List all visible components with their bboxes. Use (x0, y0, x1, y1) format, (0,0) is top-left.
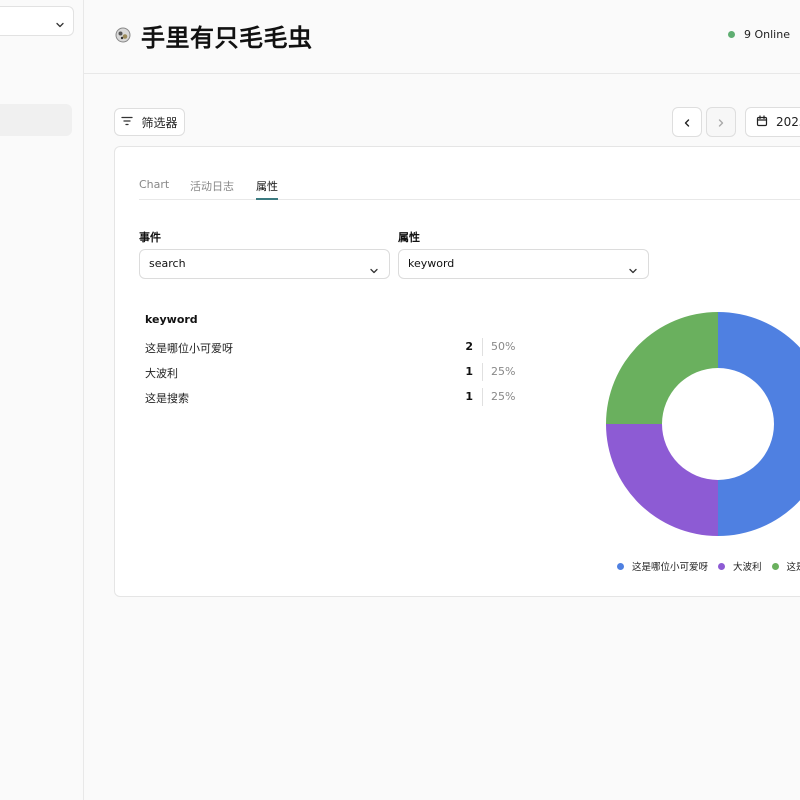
row-percent: 25% (491, 390, 516, 403)
tab-activity-log[interactable]: 活动日志 (190, 178, 234, 200)
table-row: 大波利 1 25% (145, 363, 515, 383)
legend-item[interactable]: 这是哪位小可爱呀 (617, 559, 708, 573)
table-row: 这是哪位小可爱呀 2 50% (145, 338, 515, 358)
row-label: 这是搜索 (145, 392, 189, 405)
sidebar-item-active[interactable] (0, 104, 72, 136)
chart-legend: 这是哪位小可爱呀 大波利 这是 (617, 559, 800, 573)
legend-label: 大波利 (733, 562, 762, 573)
tab-properties[interactable]: 属性 (256, 178, 278, 200)
filter-button[interactable]: 筛选器 (114, 108, 185, 136)
row-count: 1 (465, 390, 473, 403)
row-label: 这是哪位小可爱呀 (145, 342, 233, 355)
site-logo-icon (114, 26, 132, 44)
date-range-button[interactable]: 2025 (745, 107, 800, 137)
legend-item[interactable]: 这是 (771, 559, 800, 573)
row-count: 2 (465, 340, 473, 353)
property-field-label: 属性 (398, 231, 420, 244)
chevron-down-icon (369, 259, 379, 287)
legend-dot-icon (617, 562, 624, 570)
calendar-icon (756, 114, 768, 130)
legend-dot-icon (771, 562, 779, 570)
table-row: 这是搜索 1 25% (145, 388, 515, 408)
properties-card: Chart 活动日志 属性 事件 search 属性 keyword keywo… (114, 146, 800, 597)
event-select-value: search (149, 257, 186, 270)
online-dot-icon (728, 31, 735, 38)
event-field-label: 事件 (139, 231, 161, 244)
property-select-value: keyword (408, 257, 455, 270)
legend-label: 这是哪位小可爱呀 (632, 562, 709, 573)
chevron-down-icon (628, 259, 638, 287)
site-select[interactable] (0, 6, 74, 36)
row-percent: 50% (491, 340, 516, 353)
tab-bar: Chart 活动日志 属性 (139, 177, 800, 200)
sidebar (0, 0, 84, 800)
header: 手里有只毛毛虫 9 Online (84, 0, 800, 74)
pie-slice-2[interactable] (606, 424, 718, 536)
row-divider (482, 388, 483, 406)
pie-slice-1[interactable] (718, 312, 800, 536)
row-count: 1 (465, 365, 473, 378)
legend-item[interactable]: 大波利 (718, 559, 762, 573)
prev-period-button[interactable] (672, 107, 702, 137)
event-select[interactable]: search (139, 249, 390, 279)
legend-dot-icon (718, 562, 726, 570)
pie-slice-3[interactable] (606, 312, 718, 424)
online-count: 9 Online (744, 28, 790, 41)
online-indicator: 9 Online (728, 28, 790, 41)
row-divider (482, 363, 483, 381)
chevron-right-icon (716, 113, 726, 132)
row-label: 大波利 (145, 367, 178, 380)
chevron-left-icon (682, 113, 692, 132)
date-range-label: 2025 (776, 115, 800, 129)
filter-button-label: 筛选器 (141, 115, 178, 130)
row-percent: 25% (491, 365, 516, 378)
tab-chart[interactable]: Chart (139, 178, 169, 200)
row-divider (482, 338, 483, 356)
breakdown-header: keyword (145, 313, 198, 326)
legend-label: 这是 (786, 562, 800, 573)
page-title: 手里有只毛毛虫 (141, 24, 313, 52)
filter-icon (121, 115, 134, 129)
chevron-down-icon (55, 15, 65, 34)
keyword-donut-chart (606, 312, 800, 536)
property-select[interactable]: keyword (398, 249, 649, 279)
next-period-button[interactable] (706, 107, 736, 137)
